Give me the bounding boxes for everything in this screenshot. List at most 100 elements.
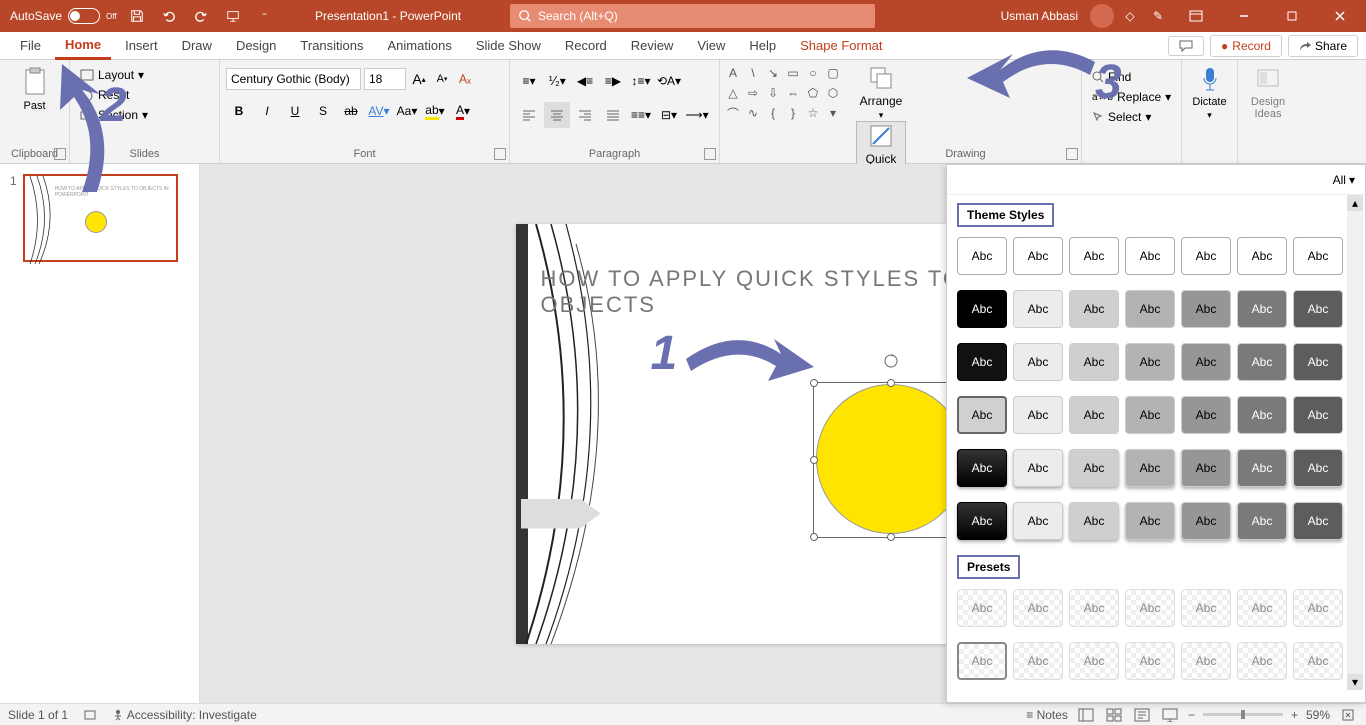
style-5-1[interactable]: Abc — [957, 449, 1007, 487]
style-1-2[interactable]: Abc — [1013, 237, 1063, 275]
shape-brace-l[interactable]: { — [764, 104, 782, 122]
ribbon-mode-icon[interactable] — [1174, 0, 1218, 32]
shape-right-arrow[interactable]: ⇨ — [744, 84, 762, 102]
tab-record[interactable]: Record — [555, 33, 617, 58]
style-2-1[interactable]: Abc — [957, 290, 1007, 328]
style-5-6[interactable]: Abc — [1237, 449, 1287, 487]
shape-curve[interactable]: ∿ — [744, 104, 762, 122]
toggle-switch[interactable] — [68, 8, 100, 24]
reading-view-icon[interactable] — [1132, 706, 1152, 724]
style-2-2[interactable]: Abc — [1013, 290, 1063, 328]
preset-2-2[interactable]: Abc — [1013, 642, 1063, 680]
design-ideas-button[interactable]: Design Ideas — [1244, 64, 1292, 120]
slide-counter[interactable]: Slide 1 of 1 — [8, 708, 68, 722]
preset-1-3[interactable]: Abc — [1069, 589, 1119, 627]
preset-2-1[interactable]: Abc — [957, 642, 1007, 680]
increase-font-icon[interactable]: A▴ — [409, 68, 429, 90]
style-2-3[interactable]: Abc — [1069, 290, 1119, 328]
style-3-3[interactable]: Abc — [1069, 343, 1119, 381]
align-center-button[interactable] — [544, 102, 570, 128]
dictate-button[interactable]: Dictate▾ — [1188, 64, 1231, 121]
scroll-down-icon[interactable]: ▾ — [1347, 674, 1363, 690]
style-2-4[interactable]: Abc — [1125, 290, 1175, 328]
style-6-6[interactable]: Abc — [1237, 502, 1287, 540]
style-3-1[interactable]: Abc — [957, 343, 1007, 381]
font-name-select[interactable] — [226, 68, 361, 90]
style-5-2[interactable]: Abc — [1013, 449, 1063, 487]
shape-down-arrow[interactable]: ⇩ — [764, 84, 782, 102]
present-icon[interactable] — [221, 4, 245, 28]
char-spacing-button[interactable]: AV▾ — [366, 98, 392, 124]
style-6-4[interactable]: Abc — [1125, 502, 1175, 540]
preset-2-3[interactable]: Abc — [1069, 642, 1119, 680]
style-4-3[interactable]: Abc — [1069, 396, 1119, 434]
paragraph-launcher[interactable] — [704, 148, 716, 160]
slideshow-view-icon[interactable] — [1160, 706, 1180, 724]
slide-arrow-shape[interactable] — [521, 499, 601, 529]
font-color-button[interactable]: A▾ — [450, 98, 476, 124]
avatar[interactable] — [1090, 4, 1114, 28]
preset-2-7[interactable]: Abc — [1293, 642, 1343, 680]
search-box[interactable] — [510, 4, 875, 28]
style-6-5[interactable]: Abc — [1181, 502, 1231, 540]
numbering-button[interactable]: ⅟₂▾ — [544, 68, 570, 94]
tab-shape-format[interactable]: Shape Format — [790, 33, 892, 58]
indent-right-button[interactable]: ≡▶ — [600, 68, 626, 94]
tab-help[interactable]: Help — [739, 33, 786, 58]
style-2-5[interactable]: Abc — [1181, 290, 1231, 328]
font-size-select[interactable] — [364, 68, 406, 90]
handle-bl[interactable] — [810, 533, 818, 541]
style-4-7[interactable]: Abc — [1293, 396, 1343, 434]
shape-hexagon[interactable]: ⬡ — [824, 84, 842, 102]
normal-view-icon[interactable] — [1076, 706, 1096, 724]
shape-left-right[interactable]: ⇔ — [784, 84, 802, 102]
style-3-4[interactable]: Abc — [1125, 343, 1175, 381]
minimize-button[interactable] — [1222, 0, 1266, 32]
sorter-view-icon[interactable] — [1104, 706, 1124, 724]
tab-home[interactable]: Home — [55, 32, 111, 60]
preset-1-6[interactable]: Abc — [1237, 589, 1287, 627]
preset-2-6[interactable]: Abc — [1237, 642, 1287, 680]
style-1-3[interactable]: Abc — [1069, 237, 1119, 275]
decrease-font-icon[interactable]: A▾ — [432, 68, 452, 90]
style-2-6[interactable]: Abc — [1237, 290, 1287, 328]
shape-rounded-rect[interactable]: ▢ — [824, 64, 842, 82]
clear-format-icon[interactable]: Aₓ — [455, 68, 475, 90]
rotate-handle[interactable] — [883, 353, 899, 369]
style-4-6[interactable]: Abc — [1237, 396, 1287, 434]
notes-button[interactable]: ≡ Notes — [1026, 708, 1068, 722]
align-left-button[interactable] — [516, 102, 542, 128]
text-direction-button[interactable]: ⟲A▾ — [656, 68, 682, 94]
zoom-out-button[interactable]: − — [1188, 708, 1195, 722]
style-6-1[interactable]: Abc — [957, 502, 1007, 540]
smart-art-button[interactable]: ⟶▾ — [684, 102, 710, 128]
shape-more[interactable]: ▾ — [824, 104, 842, 122]
preset-1-1[interactable]: Abc — [957, 589, 1007, 627]
thumbnail-pane[interactable]: 1 HOW TO APPLY QUICK STYLES TO OBJECTS I… — [0, 164, 200, 703]
tab-insert[interactable]: Insert — [115, 33, 168, 58]
search-input[interactable] — [538, 9, 867, 23]
style-1-4[interactable]: Abc — [1125, 237, 1175, 275]
shape-star[interactable]: ☆ — [804, 104, 822, 122]
shape-oval[interactable]: ○ — [804, 64, 822, 82]
font-launcher[interactable] — [494, 148, 506, 160]
tab-draw[interactable]: Draw — [172, 33, 222, 58]
style-6-7[interactable]: Abc — [1293, 502, 1343, 540]
columns-button[interactable]: ≡≡▾ — [628, 102, 654, 128]
gallery-scrollbar[interactable]: ▴ ▾ — [1347, 195, 1363, 690]
align-right-button[interactable] — [572, 102, 598, 128]
tab-slide-show[interactable]: Slide Show — [466, 33, 551, 58]
share-button[interactable]: Share — [1288, 35, 1358, 57]
diamond-icon[interactable]: ◇ — [1118, 4, 1142, 28]
style-1-5[interactable]: Abc — [1181, 237, 1231, 275]
shape-rect[interactable]: ▭ — [784, 64, 802, 82]
handle-ml[interactable] — [810, 456, 818, 464]
style-1-6[interactable]: Abc — [1237, 237, 1287, 275]
style-3-5[interactable]: Abc — [1181, 343, 1231, 381]
fit-slide-icon[interactable] — [1338, 706, 1358, 724]
qat-more-icon[interactable]: ⁼ — [253, 4, 277, 28]
tab-file[interactable]: File — [10, 33, 51, 58]
accessibility-status[interactable]: Accessibility: Investigate — [112, 708, 257, 722]
redo-icon[interactable] — [189, 4, 213, 28]
preset-2-4[interactable]: Abc — [1125, 642, 1175, 680]
